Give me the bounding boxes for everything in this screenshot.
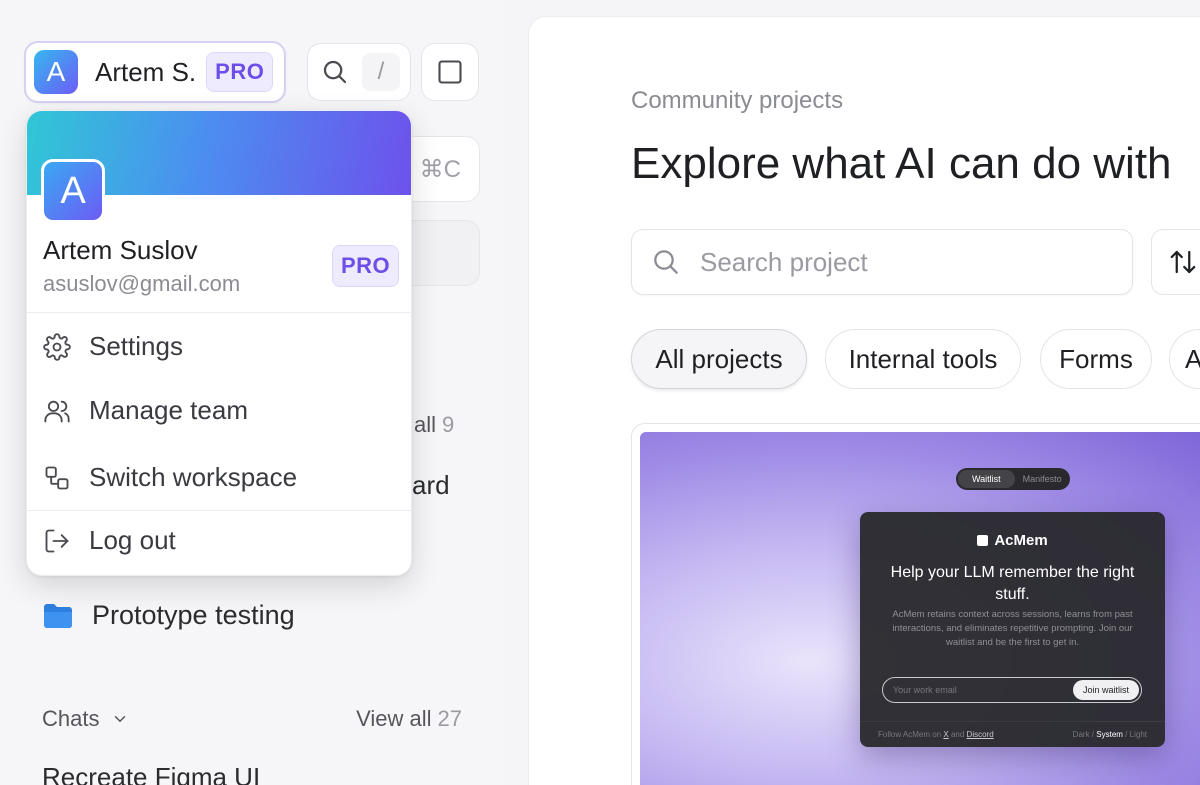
brand-logo-icon xyxy=(977,535,989,546)
search-icon xyxy=(323,60,347,84)
menu-item-log-out[interactable]: Log out xyxy=(43,525,176,556)
search-button[interactable]: / xyxy=(307,43,411,101)
filter-chip-forms[interactable]: Forms xyxy=(1040,329,1152,389)
sidebar-item-partial[interactable]: ard xyxy=(412,470,450,501)
preview-brand: AcMem xyxy=(860,532,1165,549)
preview-tab-manifesto: Manifesto xyxy=(1022,474,1062,484)
search-icon xyxy=(654,250,678,274)
plan-badge: PRO xyxy=(332,245,400,287)
chat-item[interactable]: Recreate Figma UI xyxy=(42,762,260,785)
projects-view-all-label: all xyxy=(414,412,437,437)
section-eyebrow: Community projects xyxy=(631,87,844,114)
preview-theme-switcher: Dark / System / Light xyxy=(1073,730,1147,739)
menu-item-settings[interactable]: Settings xyxy=(43,331,183,362)
preview-description: AcMem retains context across sessions, l… xyxy=(892,609,1133,648)
preview-email-input: Your work email Join waitlist xyxy=(882,677,1142,703)
chats-view-all-label: View all xyxy=(356,706,432,731)
users-icon xyxy=(44,400,70,422)
main-panel: Community projects Explore what AI can d… xyxy=(528,16,1200,785)
preview-footer: Follow AcMem on X and Discord Dark / Sys… xyxy=(860,721,1165,747)
project-preview: Waitlist Manifesto AcMem Help your LLM r… xyxy=(640,432,1200,785)
chats-count: 27 xyxy=(437,706,462,731)
sort-arrows-icon xyxy=(1170,250,1196,274)
switch-workspace-icon xyxy=(45,466,69,489)
menu-item-manage-team[interactable]: Manage team xyxy=(43,395,248,426)
preview-footer-and: and xyxy=(950,730,965,739)
preview-waitlist-card: AcMem Help your LLM remember the right s… xyxy=(860,512,1165,747)
preview-footer-prefix: Follow AcMem on xyxy=(878,730,942,739)
square-icon xyxy=(438,60,462,84)
theme-sep: / xyxy=(1125,730,1128,739)
preview-title: Help your LLM remember the right stuff. xyxy=(890,564,1135,603)
avatar-large: A xyxy=(41,159,105,223)
projects-count: 9 xyxy=(442,412,455,437)
user-short-name: Artem S. xyxy=(95,56,197,87)
menu-item-label: Log out xyxy=(89,525,176,555)
plan-badge: PRO xyxy=(206,52,274,92)
page-title: Explore what AI can do with xyxy=(631,139,1172,188)
chats-title[interactable]: Chats xyxy=(42,706,99,732)
chevron-down-icon[interactable] xyxy=(111,710,129,728)
project-search-field[interactable] xyxy=(631,229,1133,295)
theme-system: System xyxy=(1096,730,1123,739)
user-dropdown-menu: A Artem Suslov asuslov@gmail.com PRO Set… xyxy=(26,110,412,576)
preview-tab-toggle: Waitlist Manifesto xyxy=(956,468,1070,490)
divider xyxy=(27,510,411,511)
menu-item-label: Settings xyxy=(89,331,183,361)
filter-chip-all-projects[interactable]: All projects xyxy=(631,329,807,389)
preview-footer-x: X xyxy=(943,730,949,739)
preview-join-button: Join waitlist xyxy=(1072,680,1139,700)
toggle-sidebar-button[interactable] xyxy=(421,43,479,101)
profile-full-name: Artem Suslov xyxy=(43,235,198,265)
menu-item-switch-workspace[interactable]: Switch workspace xyxy=(43,462,297,493)
chats-view-all-link[interactable]: View all 27 xyxy=(356,706,462,732)
projects-view-all-link[interactable]: all 9 xyxy=(414,412,454,438)
search-input[interactable] xyxy=(700,246,1080,278)
folder-icon xyxy=(44,603,72,628)
preview-brand-name: AcMem xyxy=(994,532,1048,549)
preview-footer-discord: Discord xyxy=(966,730,994,739)
theme-sep: / xyxy=(1091,730,1095,739)
user-menu-button[interactable]: A Artem S. PRO xyxy=(24,41,286,103)
filter-chip-internal-tools[interactable]: Internal tools xyxy=(825,329,1021,389)
filter-chip-partial[interactable]: A xyxy=(1169,329,1200,389)
search-shortcut-key: / xyxy=(362,53,400,91)
menu-item-label: Switch workspace xyxy=(89,462,298,492)
folder-label: Prototype testing xyxy=(92,600,295,630)
sidebar-folder-prototype-testing[interactable]: Prototype testing xyxy=(42,600,295,631)
chats-section-header: Chats View all 27 xyxy=(42,706,462,732)
project-card[interactable]: Waitlist Manifesto AcMem Help your LLM r… xyxy=(631,423,1200,785)
menu-item-label: Manage team xyxy=(89,395,248,425)
preview-email-placeholder: Your work email xyxy=(893,685,957,695)
sort-button[interactable] xyxy=(1151,229,1200,295)
logout-icon xyxy=(45,529,69,552)
theme-dark: Dark xyxy=(1072,730,1090,739)
preview-tab-waitlist: Waitlist xyxy=(958,470,1015,488)
profile-email: asuslov@gmail.com xyxy=(43,271,241,296)
avatar: A xyxy=(34,50,78,94)
theme-light: Light xyxy=(1129,730,1147,739)
divider xyxy=(27,312,411,313)
gear-icon xyxy=(43,332,71,361)
